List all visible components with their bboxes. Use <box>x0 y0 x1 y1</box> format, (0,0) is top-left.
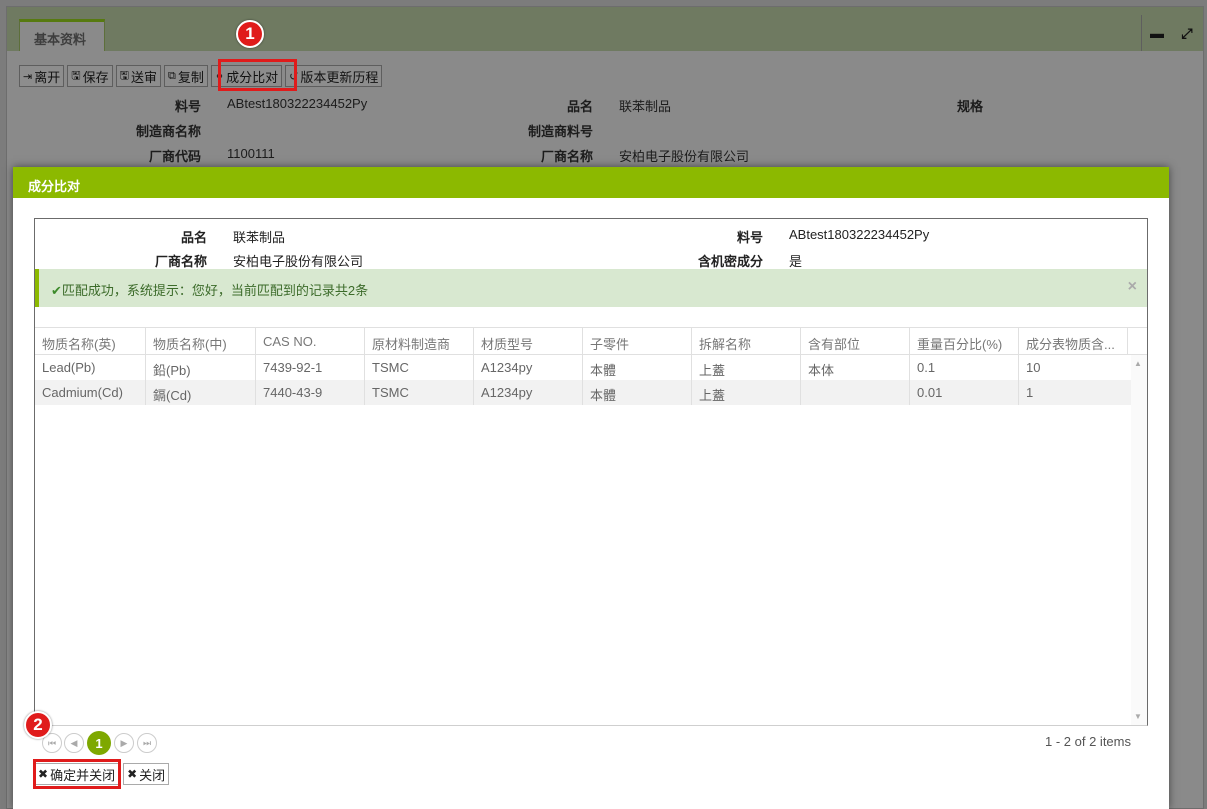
column-header[interactable]: 材质型号 <box>474 328 583 354</box>
info-part-no-value: ABtest180322234452Py <box>789 227 930 242</box>
table-cell: A1234py <box>474 355 583 380</box>
exit-icon: ⇥ <box>23 70 33 83</box>
close-label: 关闭 <box>139 767 166 783</box>
table-row[interactable]: Lead(Pb) 鉛(Pb) 7439-92-1 TSMC A1234py 本體… <box>35 355 1147 380</box>
window-buttons: ▬ ⤢ <box>1141 15 1203 51</box>
match-success-alert: ✔匹配成功，系统提示：您好，当前匹配到的记录共2条 × <box>35 269 1147 307</box>
vendor-name-label: 厂商名称 <box>540 149 593 164</box>
grid-scrollbar[interactable]: ▲ ▼ <box>1131 355 1147 725</box>
table-cell: Lead(Pb) <box>35 355 146 380</box>
prev-page-icon[interactable]: ◀ <box>64 733 84 753</box>
check-icon: ✔ <box>51 283 62 298</box>
vendor-code-value: 1100111 <box>227 146 275 161</box>
save-button[interactable]: 🖫 保存 <box>67 65 113 87</box>
close-button[interactable]: ✖ 关闭 <box>123 763 170 785</box>
dialog-title: 成分比对 <box>13 167 1169 198</box>
highlight-compare-button <box>218 59 297 91</box>
exit-label: 离开 <box>34 69 61 85</box>
save-icon: 🖫 <box>71 69 81 82</box>
table-cell: 7440-43-9 <box>256 380 365 405</box>
submit-icon: 🖫 <box>119 69 129 82</box>
part-no-value: ABtest180322234452Py <box>227 96 368 111</box>
table-cell: 本體 <box>583 380 692 405</box>
composition-grid: 物质名称(英) 物质名称(中) CAS NO. 原材料制造商 材质型号 子零件 … <box>35 327 1147 725</box>
submit-label: 送审 <box>131 69 158 85</box>
table-cell: 本體 <box>583 355 692 380</box>
info-confidential-value: 是 <box>789 254 803 269</box>
table-cell: 0.1 <box>910 355 1019 380</box>
table-cell: 1 <box>1026 385 1034 400</box>
info-part-no-label: 料号 <box>736 230 763 245</box>
last-page-icon[interactable]: ⏭ <box>137 733 157 753</box>
table-cell <box>801 380 910 405</box>
product-name-value: 联苯制品 <box>619 99 672 114</box>
alert-text: 匹配成功，系统提示：您好，当前匹配到的记录共2条 <box>61 283 369 298</box>
column-header[interactable]: 拆解名称 <box>692 328 801 354</box>
annotation-badge-2: 2 <box>24 711 52 739</box>
table-cell: 上蓋 <box>692 380 801 405</box>
column-header[interactable]: 子零件 <box>583 328 692 354</box>
window-titlebar: 基本资料 ▬ ⤢ <box>7 7 1203 51</box>
submit-review-button[interactable]: 🖫 送审 <box>115 65 162 87</box>
annotation-badge-1: 1 <box>236 20 264 48</box>
table-row[interactable]: Cadmium(Cd) 鎘(Cd) 7440-43-9 TSMC A1234py… <box>35 380 1147 405</box>
table-cell: TSMC <box>365 380 474 405</box>
table-cell: 0.01 <box>910 380 1019 405</box>
column-header[interactable]: 原材料制造商 <box>365 328 474 354</box>
info-product-name-label: 品名 <box>180 230 207 245</box>
vendor-name-value: 安柏电子股份有限公司 <box>619 149 750 164</box>
dialog-content: 品名 联苯制品 料号 ABtest180322234452Py 厂商名称 安柏电… <box>34 218 1148 726</box>
minimize-icon[interactable]: ▬ <box>1142 15 1172 51</box>
table-cell: 鎘(Cd) <box>146 380 256 405</box>
column-header[interactable]: 物质名称(英) <box>35 328 146 354</box>
spec-label: 规格 <box>956 99 983 114</box>
vendor-code-label: 厂商代码 <box>148 149 201 164</box>
grid-header: 物质名称(英) 物质名称(中) CAS NO. 原材料制造商 材质型号 子零件 … <box>35 327 1147 355</box>
version-history-button[interactable]: ↺ 版本更新历程 <box>285 65 383 87</box>
info-product-name-value: 联苯制品 <box>233 230 286 245</box>
composition-compare-dialog: 成分比对 品名 联苯制品 料号 ABtest180322234452Py 厂商名… <box>13 167 1169 809</box>
table-cell: 上蓋 <box>692 355 801 380</box>
table-cell: 鉛(Pb) <box>146 355 256 380</box>
table-cell: A1234py <box>474 380 583 405</box>
table-cell: TSMC <box>365 355 474 380</box>
scroll-up-icon[interactable]: ▲ <box>1134 359 1142 368</box>
next-page-icon[interactable]: ▶ <box>114 733 134 753</box>
alert-close-icon[interactable]: × <box>1128 278 1137 296</box>
maker-name-label: 制造商名称 <box>135 124 201 139</box>
product-name-label: 品名 <box>566 99 593 114</box>
save-label: 保存 <box>82 69 109 85</box>
column-header[interactable]: 含有部位 <box>801 328 910 354</box>
maker-part-label: 制造商料号 <box>527 124 593 139</box>
info-vendor-name-value: 安柏电子股份有限公司 <box>233 254 364 269</box>
exit-button[interactable]: ⇥ 离开 <box>19 65 65 87</box>
close-x-icon: ✖ <box>127 767 138 781</box>
copy-icon: ⧉ <box>168 69 176 82</box>
scroll-down-icon[interactable]: ▼ <box>1134 712 1142 721</box>
highlight-confirm-button <box>33 759 121 789</box>
pager: ⏮ ◀ 1 ▶ ⏭ 1 - 2 of 2 items <box>34 726 1148 756</box>
tab-basic-info[interactable]: 基本资料 <box>19 19 105 51</box>
pager-info: 1 - 2 of 2 items <box>1045 734 1131 749</box>
version-history-label: 版本更新历程 <box>300 69 379 85</box>
info-vendor-name-label: 厂商名称 <box>154 254 207 269</box>
maximize-icon[interactable]: ⤢ <box>1172 15 1202 51</box>
table-cell: 7439-92-1 <box>256 355 365 380</box>
column-header[interactable]: CAS NO. <box>256 328 365 354</box>
current-page[interactable]: 1 <box>87 731 111 755</box>
column-header[interactable]: 重量百分比(%) <box>910 328 1019 354</box>
column-header[interactable]: 物质名称(中) <box>146 328 256 354</box>
table-cell: 10 <box>1026 360 1041 375</box>
part-no-label: 料号 <box>174 99 201 114</box>
table-cell: 本体 <box>801 355 910 380</box>
column-header[interactable]: 成分表物质含... <box>1019 328 1128 354</box>
copy-label: 复制 <box>177 69 204 85</box>
copy-button[interactable]: ⧉ 复制 <box>164 65 208 87</box>
table-cell: Cadmium(Cd) <box>35 380 146 405</box>
info-confidential-label: 含机密成分 <box>697 254 763 269</box>
toolbar: ⇥ 离开 🖫 保存 🖫 送审 ⧉ 复制 ⚭ 成分比对 ↺ 版本更新历程 <box>19 65 383 87</box>
